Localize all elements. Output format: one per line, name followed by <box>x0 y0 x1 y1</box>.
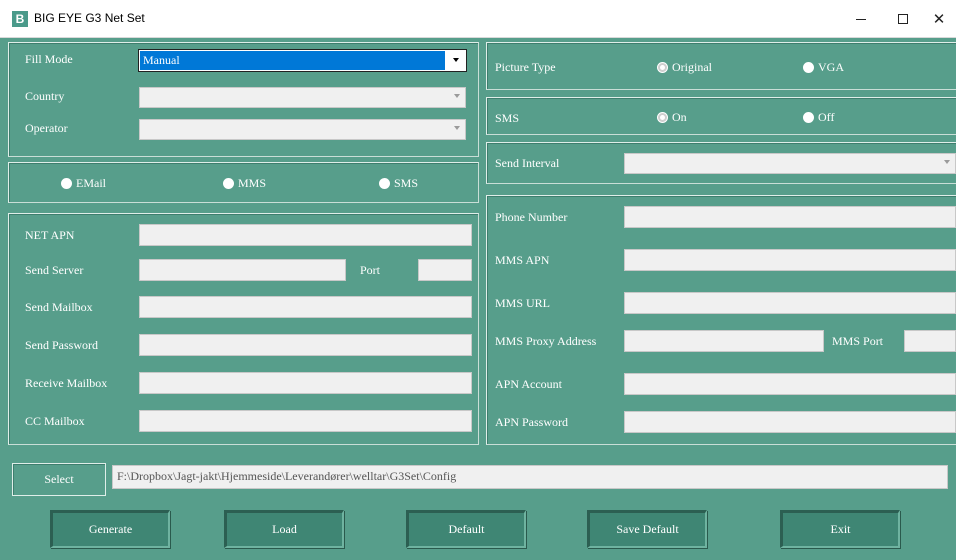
mms-apn-input[interactable] <box>624 249 956 271</box>
send-mode-email-label: EMail <box>76 176 106 190</box>
window-title: BIG EYE G3 Net Set <box>34 11 145 25</box>
apn-password-label: APN Password <box>495 415 569 429</box>
mms-apn-label: MMS APN <box>495 253 550 267</box>
mms-port-input[interactable] <box>904 330 956 352</box>
radio-checked-icon <box>657 112 668 123</box>
apn-account-label: APN Account <box>495 377 562 391</box>
receive-mailbox-label: Receive Mailbox <box>25 376 108 390</box>
send-mailbox-input[interactable] <box>139 296 472 318</box>
fill-mode-select[interactable]: Manual <box>138 49 467 72</box>
close-button[interactable]: ✕ <box>922 0 956 38</box>
send-interval-group: Send Interval <box>486 142 956 184</box>
load-button[interactable]: Load <box>224 510 344 548</box>
apn-password-input[interactable] <box>624 411 956 433</box>
mms-url-label: MMS URL <box>495 296 551 310</box>
net-apn-label: NET APN <box>25 228 75 242</box>
send-mode-sms-radio[interactable]: SMS <box>379 176 418 191</box>
sms-off-radio[interactable]: Off <box>803 110 834 125</box>
cc-mailbox-input[interactable] <box>139 410 472 432</box>
radio-icon <box>379 178 390 189</box>
send-mode-email-radio[interactable]: EMail <box>61 176 106 191</box>
chevron-down-icon <box>454 94 460 98</box>
picture-type-group: Picture Type Original VGA <box>486 42 956 90</box>
client-area: Fill Mode Manual Country Operator EMail … <box>0 38 956 560</box>
select-path-button[interactable]: Select <box>12 463 106 496</box>
radio-icon <box>61 178 72 189</box>
phone-number-input[interactable] <box>624 206 956 228</box>
send-mailbox-label: Send Mailbox <box>25 300 93 314</box>
send-password-label: Send Password <box>25 338 99 352</box>
port-label: Port <box>360 263 381 277</box>
send-mode-mms-radio[interactable]: MMS <box>223 176 266 191</box>
mms-url-input[interactable] <box>624 292 956 314</box>
send-mode-sms-label: SMS <box>394 176 419 190</box>
mms-port-label: MMS Port <box>832 334 884 348</box>
operator-label: Operator <box>25 121 68 135</box>
save-default-button[interactable]: Save Default <box>587 510 707 548</box>
radio-icon <box>803 62 814 73</box>
default-button[interactable]: Default <box>406 510 526 548</box>
operator-select[interactable] <box>139 119 466 140</box>
sms-off-label: Off <box>818 110 835 124</box>
send-mode-group: EMail MMS SMS <box>8 162 479 203</box>
radio-checked-icon <box>657 62 668 73</box>
maximize-icon <box>898 14 908 24</box>
fill-mode-value: Manual <box>143 53 180 67</box>
net-apn-input[interactable] <box>139 224 472 246</box>
minimize-icon <box>856 18 866 20</box>
chevron-down-icon <box>453 58 459 62</box>
radio-icon <box>803 112 814 123</box>
receive-mailbox-input[interactable] <box>139 372 472 394</box>
send-interval-select[interactable] <box>624 153 956 174</box>
config-path-field[interactable]: F:\Dropbox\Jagt-jakt\Hjemmeside\Leverand… <box>112 465 948 489</box>
chevron-down-icon <box>454 126 460 130</box>
fill-mode-group: Fill Mode Manual Country Operator <box>8 42 479 157</box>
email-settings-group: NET APN Send Server Port Send Mailbox Se… <box>8 213 479 445</box>
generate-button[interactable]: Generate <box>50 510 170 548</box>
picture-type-original-label: Original <box>672 60 712 74</box>
send-password-input[interactable] <box>139 334 472 356</box>
country-label: Country <box>25 89 65 103</box>
app-logo-icon: B <box>12 11 28 27</box>
sms-label: SMS <box>495 111 520 125</box>
fill-mode-label: Fill Mode <box>25 52 73 66</box>
phone-number-label: Phone Number <box>495 210 568 224</box>
apn-account-input[interactable] <box>624 373 956 395</box>
close-icon: ✕ <box>932 10 946 28</box>
exit-button[interactable]: Exit <box>780 510 900 548</box>
picture-type-vga-radio[interactable]: VGA <box>803 60 844 75</box>
sms-group: SMS On Off <box>486 97 956 135</box>
picture-type-label: Picture Type <box>495 60 556 74</box>
mms-proxy-address-label: MMS Proxy Address <box>495 334 597 348</box>
send-server-label: Send Server <box>25 263 84 277</box>
radio-icon <box>223 178 234 189</box>
sms-on-label: On <box>672 110 687 124</box>
picture-type-original-radio[interactable]: Original <box>657 60 712 75</box>
sms-on-radio[interactable]: On <box>657 110 687 125</box>
maximize-button[interactable] <box>880 0 926 38</box>
cc-mailbox-label: CC Mailbox <box>25 414 85 428</box>
country-select[interactable] <box>139 87 466 108</box>
picture-type-vga-label: VGA <box>818 60 844 74</box>
minimize-button[interactable] <box>838 0 884 38</box>
mms-settings-group: Phone Number MMS APN MMS URL MMS Proxy A… <box>486 195 956 445</box>
chevron-down-icon <box>944 160 950 164</box>
mms-proxy-address-input[interactable] <box>624 330 824 352</box>
title-bar: B BIG EYE G3 Net Set ✕ <box>0 0 956 38</box>
send-interval-label: Send Interval <box>495 156 560 170</box>
send-server-input[interactable] <box>139 259 346 281</box>
port-input[interactable] <box>418 259 472 281</box>
send-mode-mms-label: MMS <box>238 176 267 190</box>
